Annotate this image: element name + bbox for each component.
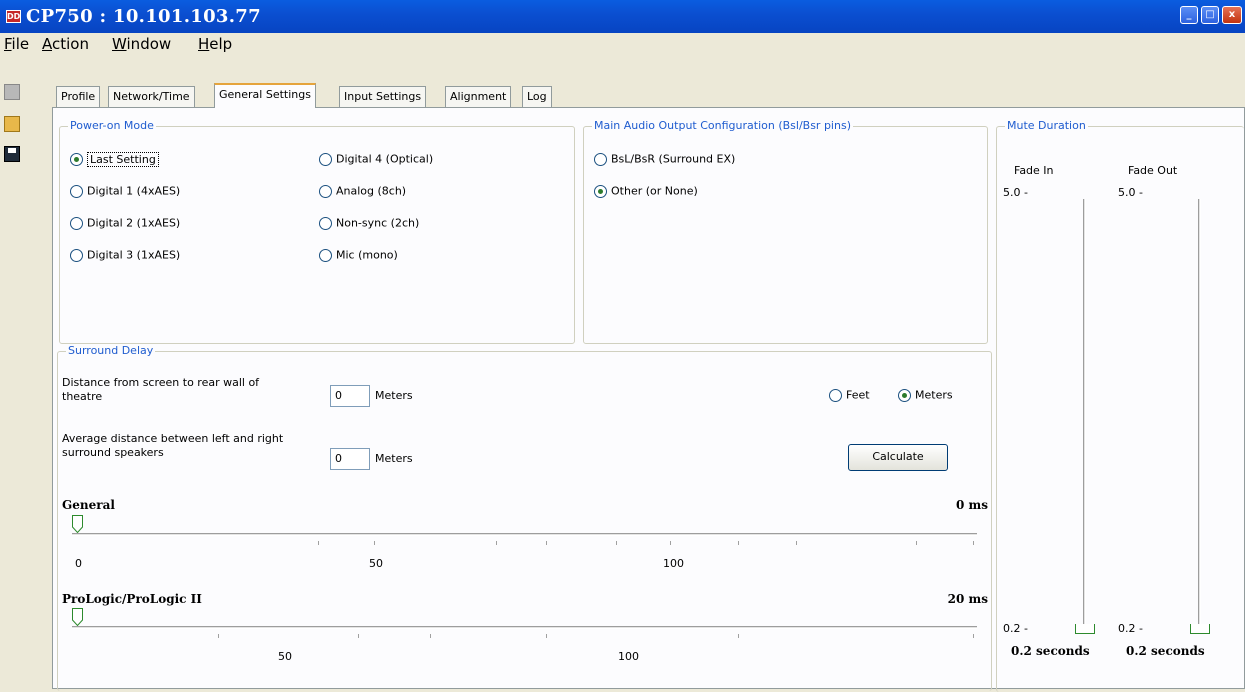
main-audio-output-title: Main Audio Output Configuration (Bsl/Bsr…	[592, 119, 853, 132]
general-tick-100: 100	[663, 557, 684, 570]
open-folder-icon[interactable]	[4, 116, 20, 132]
distance-unit: Meters	[375, 389, 413, 402]
radio-selected-icon	[70, 152, 83, 166]
fade-in-slider-track[interactable]	[1083, 199, 1086, 631]
fade-out-slider-track[interactable]	[1198, 199, 1201, 631]
new-document-icon[interactable]	[4, 84, 20, 100]
menu-file[interactable]: File	[4, 35, 29, 53]
tab-log[interactable]: Log	[522, 86, 552, 107]
fade-in-value: 0.2 seconds	[1011, 644, 1090, 658]
distance-input[interactable]: 0	[330, 385, 370, 407]
radio-digital-3[interactable]: Digital 3 (1xAES)	[70, 248, 180, 262]
radio-bsl-bsr[interactable]: BsL/BsR (Surround EX)	[594, 152, 735, 166]
general-value: 0 ms	[956, 498, 988, 512]
title-bar: DD CP750 : 10.101.103.77 _ □ x	[0, 0, 1245, 33]
surround-delay-title: Surround Delay	[66, 344, 156, 357]
power-on-mode-group: Power-on Mode Last Setting Digital 1 (4x…	[59, 119, 575, 344]
radio-digital-4[interactable]: Digital 4 (Optical)	[319, 152, 433, 166]
general-slider-track[interactable]	[72, 533, 977, 536]
prologic-label: ProLogic/ProLogic II	[62, 592, 202, 606]
fade-out-slider-thumb[interactable]	[1190, 624, 1210, 634]
prologic-slider-thumb[interactable]	[72, 608, 83, 626]
general-settings-panel: Power-on Mode Last Setting Digital 1 (4x…	[52, 107, 1245, 692]
radio-meters[interactable]: Meters	[898, 388, 953, 402]
fade-out-min-label: 0.2 -	[1118, 622, 1143, 635]
tab-input-settings[interactable]: Input Settings	[339, 86, 427, 107]
mute-duration-title: Mute Duration	[1005, 119, 1088, 132]
average-distance-unit: Meters	[375, 452, 413, 465]
average-distance-input[interactable]: 0	[330, 448, 370, 470]
fade-in-slider-thumb[interactable]	[1075, 624, 1095, 634]
maximize-button[interactable]: □	[1201, 6, 1219, 24]
distance-label: Distance from screen to rear wall of the…	[62, 376, 260, 403]
tab-general-settings[interactable]: General Settings	[214, 83, 316, 108]
radio-feet[interactable]: Feet	[829, 388, 870, 402]
prologic-value: 20 ms	[947, 592, 988, 606]
save-icon[interactable]	[4, 146, 20, 162]
general-tick-50: 50	[369, 557, 383, 570]
general-tick-0: 0	[75, 557, 82, 570]
app-icon: DD	[6, 10, 21, 23]
radio-last-setting[interactable]: Last Setting	[70, 151, 159, 167]
close-button[interactable]: x	[1222, 6, 1242, 24]
prologic-tick-50: 50	[278, 650, 292, 663]
mute-duration-group: Mute Duration Fade In Fade Out 5.0 - 5.0…	[996, 119, 1244, 692]
fade-out-value: 0.2 seconds	[1126, 644, 1205, 658]
left-toolbar	[0, 80, 24, 680]
menu-bar: File Action Window Help	[0, 33, 1245, 57]
minimize-button[interactable]: _	[1180, 6, 1198, 24]
tab-network-time[interactable]: Network/Time	[108, 86, 195, 107]
prologic-slider-track[interactable]	[72, 626, 977, 629]
radio-non-sync[interactable]: Non-sync (2ch)	[319, 216, 419, 230]
fade-in-label: Fade In	[1014, 164, 1054, 177]
fade-out-max-label: 5.0 -	[1118, 186, 1143, 199]
power-on-mode-title: Power-on Mode	[68, 119, 156, 132]
average-distance-label: Average distance between left and right …	[62, 432, 284, 459]
window-title: CP750 : 10.101.103.77	[26, 6, 261, 27]
radio-analog[interactable]: Analog (8ch)	[319, 184, 406, 198]
fade-in-max-label: 5.0 -	[1003, 186, 1028, 199]
tab-profile[interactable]: Profile	[56, 86, 101, 107]
general-slider-thumb[interactable]	[72, 515, 83, 533]
radio-mic[interactable]: Mic (mono)	[319, 248, 398, 262]
calculate-button[interactable]: Calculate	[848, 444, 948, 471]
surround-delay-group: Surround Delay Distance from screen to r…	[57, 344, 992, 691]
menu-window[interactable]: Window	[112, 35, 171, 53]
menu-action[interactable]: Action	[42, 35, 89, 53]
fade-in-min-label: 0.2 -	[1003, 622, 1028, 635]
tab-alignment[interactable]: Alignment	[445, 86, 512, 107]
radio-digital-1[interactable]: Digital 1 (4xAES)	[70, 184, 180, 198]
fade-out-label: Fade Out	[1128, 164, 1178, 177]
radio-other-none[interactable]: Other (or None)	[594, 184, 698, 198]
main-audio-output-group: Main Audio Output Configuration (Bsl/Bsr…	[583, 119, 988, 344]
radio-digital-2[interactable]: Digital 2 (1xAES)	[70, 216, 180, 230]
menu-help[interactable]: Help	[198, 35, 232, 53]
prologic-tick-100: 100	[618, 650, 639, 663]
general-label: General	[62, 498, 115, 512]
